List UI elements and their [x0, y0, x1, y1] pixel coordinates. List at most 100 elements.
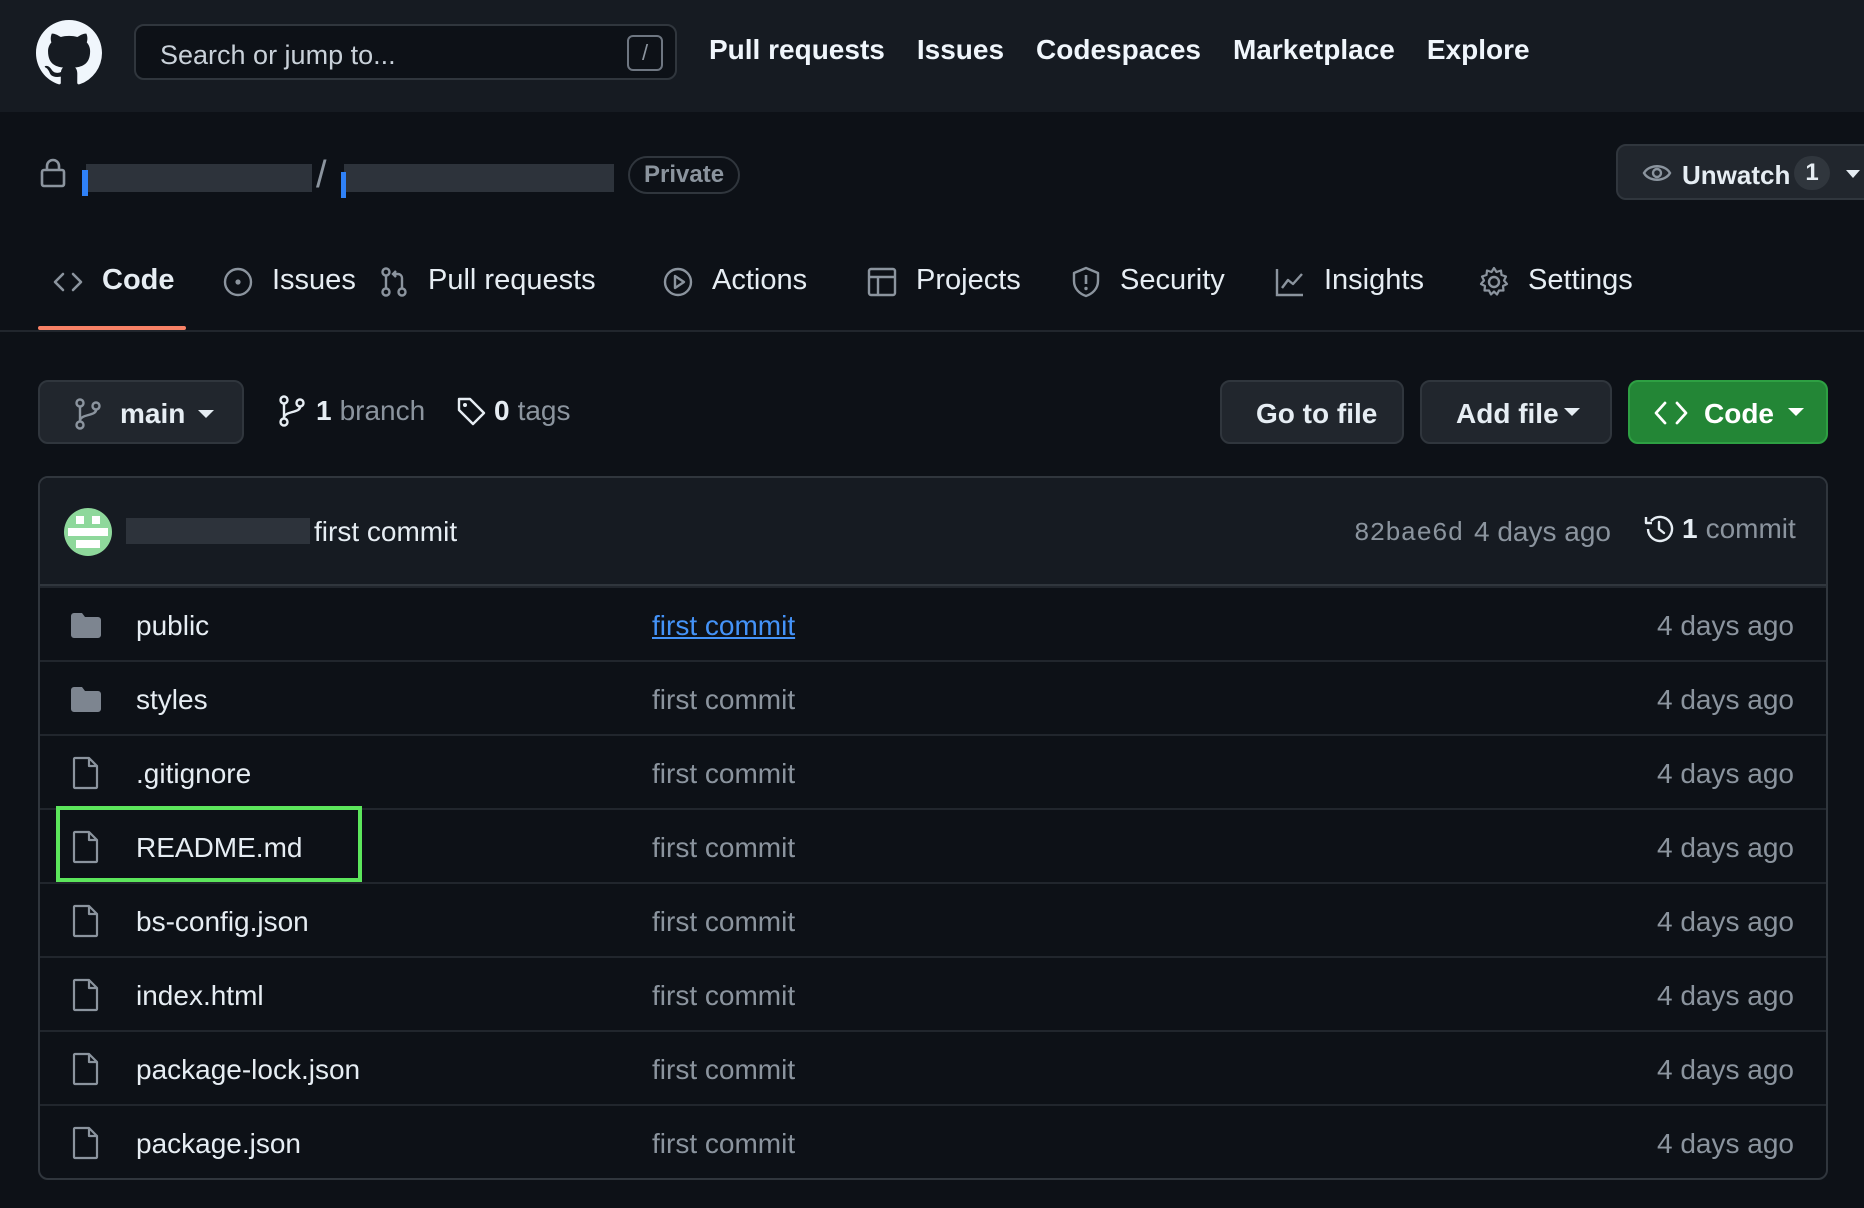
chevron-down-icon[interactable] — [1846, 170, 1860, 178]
nav-explore[interactable]: Explore — [1427, 34, 1530, 66]
git-branch-icon — [279, 395, 305, 427]
tag-count-label: tags — [517, 395, 571, 426]
file-commit-message[interactable]: first commit — [652, 906, 795, 938]
file-browser: first commit 82bae6d 4 days ago 1 commit… — [38, 476, 1828, 1180]
unwatch-button[interactable]: Unwatch 1 — [1616, 144, 1864, 200]
file-name[interactable]: README.md — [136, 832, 302, 864]
branches-link[interactable]: 1 branch — [278, 395, 425, 427]
branch-select-button[interactable]: main — [38, 380, 244, 444]
commit-count-label: commit — [1705, 513, 1796, 544]
file-name[interactable]: .gitignore — [136, 758, 251, 790]
issue-opened-icon — [223, 267, 253, 297]
tab-code[interactable]: Code — [52, 264, 175, 332]
watchers-count: 1 — [1794, 156, 1830, 190]
unwatch-label: Unwatch — [1682, 160, 1791, 190]
branch-count: 1 — [316, 395, 332, 426]
tab-pull-requests-label: Pull requests — [428, 264, 596, 296]
tab-actions-label: Actions — [712, 264, 808, 296]
eye-icon — [1642, 165, 1672, 181]
file-commit-message[interactable]: first commit — [652, 610, 795, 642]
file-row[interactable]: .gitignore first commit 4 days ago — [40, 734, 1826, 808]
file-row[interactable]: bs-config.json first commit 4 days ago — [40, 882, 1826, 956]
file-name[interactable]: package-lock.json — [136, 1054, 360, 1086]
tab-actions[interactable]: Actions — [662, 264, 807, 332]
global-header: Search or jump to... / Pull requests Iss… — [0, 0, 1864, 112]
file-row[interactable]: package-lock.json first commit 4 days ag… — [40, 1030, 1826, 1104]
file-age: 4 days ago — [1657, 1128, 1794, 1159]
file-commit-message[interactable]: first commit — [652, 1054, 795, 1086]
file-commit-message[interactable]: first commit — [652, 758, 795, 790]
avatar[interactable] — [64, 508, 112, 556]
file-icon — [72, 904, 99, 938]
code-dropdown-button[interactable]: Code — [1628, 380, 1828, 444]
tab-projects-label: Projects — [916, 264, 1021, 296]
commit-history-link[interactable]: 1 commit — [1642, 512, 1796, 546]
commit-age: 4 days ago — [1474, 516, 1611, 547]
repo-tabs: Code Issues Pull requests Actions Projec… — [38, 256, 1864, 332]
tab-insights[interactable]: Insights — [1274, 264, 1424, 332]
file-row[interactable]: README.md first commit 4 days ago — [40, 808, 1826, 882]
file-row[interactable]: styles first commit 4 days ago — [40, 660, 1826, 734]
commit-author-redacted[interactable] — [126, 518, 310, 544]
github-logo-icon[interactable] — [36, 20, 102, 86]
file-age: 4 days ago — [1657, 906, 1794, 937]
tab-insights-label: Insights — [1324, 264, 1424, 296]
nav-issues[interactable]: Issues — [917, 34, 1004, 66]
tab-security-label: Security — [1120, 264, 1225, 296]
search-input[interactable]: Search or jump to... / — [134, 24, 677, 80]
tab-issues[interactable]: Issues — [222, 264, 356, 332]
tab-projects[interactable]: Projects — [866, 264, 1021, 332]
tags-link[interactable]: 0 tags — [456, 395, 571, 427]
file-age: 4 days ago — [1657, 758, 1794, 789]
file-icon — [72, 756, 99, 790]
file-row[interactable]: package.json first commit 4 days ago — [40, 1104, 1826, 1178]
commit-count: 1 — [1682, 513, 1698, 544]
global-nav: Pull requests Issues Codespaces Marketpl… — [709, 34, 1562, 66]
add-file-button[interactable]: Add file — [1420, 380, 1612, 444]
table-icon — [867, 267, 897, 297]
repo-name-link-redacted[interactable] — [341, 164, 614, 198]
chevron-down-icon — [1788, 408, 1804, 416]
graph-icon — [1275, 269, 1303, 297]
repo-owner-link-redacted[interactable] — [82, 164, 312, 196]
slash-shortcut-key: / — [627, 35, 663, 71]
tab-pull-requests[interactable]: Pull requests — [378, 264, 596, 332]
latest-commit-bar: first commit 82bae6d 4 days ago 1 commit — [40, 478, 1826, 586]
file-row[interactable]: index.html first commit 4 days ago — [40, 956, 1826, 1030]
file-commit-message[interactable]: first commit — [652, 980, 795, 1012]
folder-icon — [71, 687, 101, 712]
branch-name: main — [120, 398, 186, 429]
git-branch-icon — [75, 398, 101, 430]
gear-icon — [1479, 266, 1509, 296]
nav-codespaces[interactable]: Codespaces — [1036, 34, 1201, 66]
latest-commit-message[interactable]: first commit — [314, 516, 457, 548]
file-name[interactable]: package.json — [136, 1128, 301, 1160]
file-name[interactable]: styles — [136, 684, 208, 716]
nav-pull-requests[interactable]: Pull requests — [709, 34, 885, 66]
tab-settings-label: Settings — [1528, 264, 1633, 296]
file-icon — [72, 1126, 99, 1160]
shield-icon — [1072, 266, 1100, 298]
tab-settings[interactable]: Settings — [1478, 264, 1633, 332]
file-row[interactable]: public first commit 4 days ago — [40, 586, 1826, 660]
file-icon — [72, 1052, 99, 1086]
history-icon — [1644, 515, 1674, 543]
file-name[interactable]: index.html — [136, 980, 264, 1012]
chevron-down-icon — [1564, 408, 1580, 416]
tab-security[interactable]: Security — [1070, 264, 1225, 332]
file-name[interactable]: public — [136, 610, 209, 642]
file-age: 4 days ago — [1657, 610, 1794, 641]
file-commit-message[interactable]: first commit — [652, 832, 795, 864]
file-commit-message[interactable]: first commit — [652, 1128, 795, 1160]
tag-count: 0 — [494, 395, 510, 426]
code-button-label: Code — [1704, 398, 1774, 429]
nav-marketplace[interactable]: Marketplace — [1233, 34, 1395, 66]
branch-count-label: branch — [339, 395, 426, 426]
add-file-label: Add file — [1456, 398, 1559, 429]
lock-icon — [40, 158, 66, 188]
file-commit-message[interactable]: first commit — [652, 684, 795, 716]
go-to-file-button[interactable]: Go to file — [1220, 380, 1404, 444]
code-icon — [53, 272, 83, 292]
file-name[interactable]: bs-config.json — [136, 906, 309, 938]
commit-sha[interactable]: 82bae6d — [1354, 518, 1463, 548]
